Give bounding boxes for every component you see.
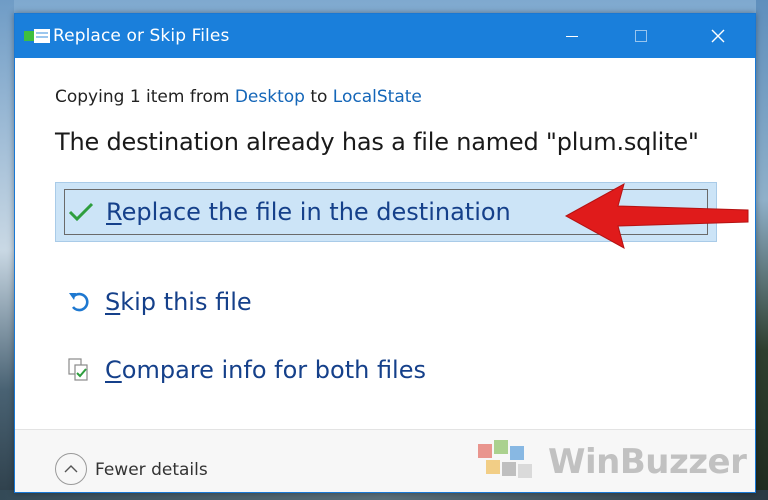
- winbuzzer-watermark: WinBuzzer: [470, 436, 760, 492]
- close-button[interactable]: [695, 14, 741, 58]
- folder-copy-icon: [24, 29, 50, 43]
- skip-file-label: Skip this file: [105, 288, 252, 316]
- destination-folder-link[interactable]: LocalState: [333, 87, 422, 107]
- desktop-background-left: [0, 0, 14, 500]
- chevron-up-icon: [64, 465, 78, 473]
- maximize-icon: [635, 30, 647, 42]
- copy-status-line: Copying 1 item from Desktop to LocalStat…: [55, 87, 422, 107]
- compare-files-label: Compare info for both files: [105, 356, 426, 384]
- copy-status-middle: to: [304, 87, 333, 107]
- minimize-button[interactable]: [549, 14, 595, 58]
- dialog-content: Copying 1 item from Desktop to LocalStat…: [15, 58, 755, 492]
- title-bar[interactable]: Replace or Skip Files: [15, 14, 755, 58]
- desktop-background-right: [756, 0, 768, 500]
- source-folder-link[interactable]: Desktop: [235, 87, 305, 107]
- conflict-message: The destination already has a file named…: [55, 128, 699, 156]
- copy-status-prefix: Copying 1 item from: [55, 87, 235, 107]
- minimize-icon: [566, 36, 578, 37]
- watermark-text: WinBuzzer: [548, 442, 747, 482]
- fewer-details-button[interactable]: [55, 453, 87, 485]
- red-arrow-annotation: [564, 182, 749, 250]
- undo-arrow-icon: [67, 287, 103, 317]
- window-title: Replace or Skip Files: [53, 26, 230, 46]
- winbuzzer-logo-icon: [478, 440, 532, 478]
- skip-file-option[interactable]: Skip this file: [55, 272, 717, 332]
- fewer-details-label[interactable]: Fewer details: [95, 460, 208, 480]
- close-icon: [711, 29, 725, 43]
- compare-files-icon: [67, 355, 103, 385]
- compare-files-option[interactable]: Compare info for both files: [55, 340, 717, 400]
- maximize-button[interactable]: [618, 14, 664, 58]
